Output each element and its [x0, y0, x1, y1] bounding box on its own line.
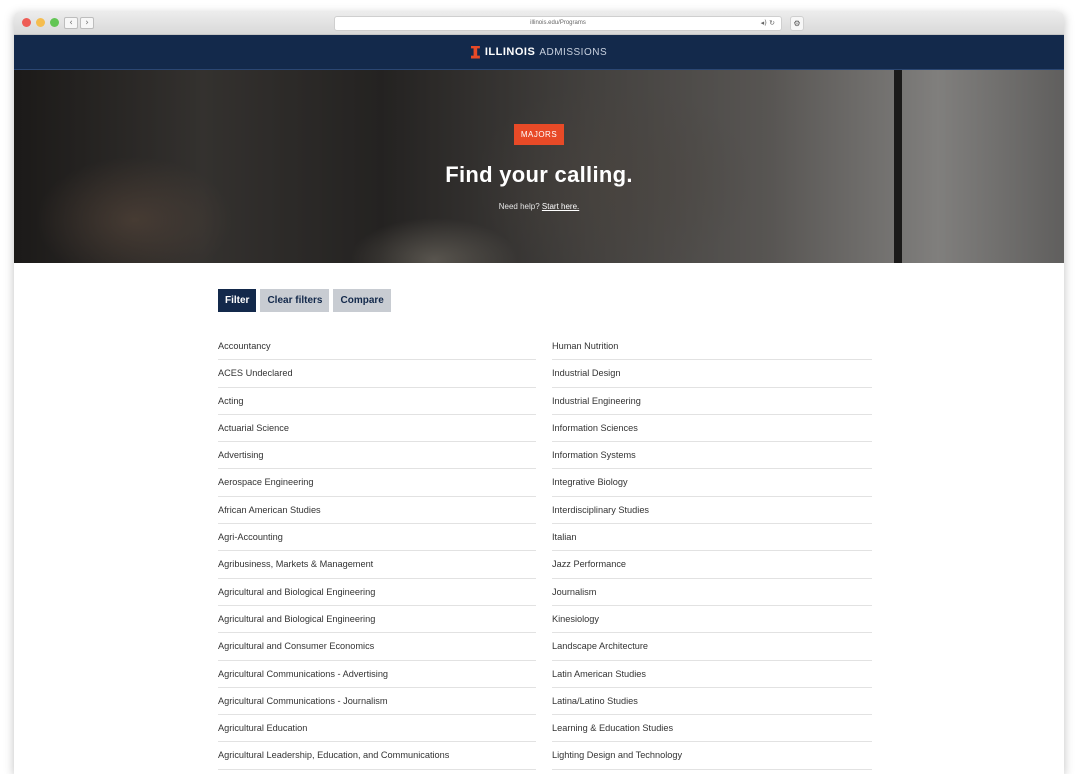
- program-list-item[interactable]: ACES Undeclared: [218, 360, 536, 388]
- filter-toolbar: Filter Clear filters Compare: [218, 289, 1064, 312]
- program-list-item[interactable]: Human Nutrition: [552, 333, 872, 361]
- program-list-item[interactable]: Jazz Performance: [552, 551, 872, 579]
- logo-admissions[interactable]: ADMISSIONS: [539, 47, 607, 58]
- browser-toolbar: ‹ › illinois.edu/Programs ◂) ↻ ⚙: [14, 12, 1064, 35]
- program-list-item[interactable]: Agricultural Education: [218, 715, 536, 743]
- maximize-window-button[interactable]: [50, 18, 59, 27]
- programs-section: Filter Clear filters Compare Accountancy…: [14, 263, 1064, 770]
- logo-illinois[interactable]: ILLINOIS: [485, 46, 535, 58]
- settings-icon[interactable]: ⚙: [790, 16, 804, 31]
- help-text: Need help? Start here.: [14, 202, 1064, 211]
- window-controls: [22, 18, 59, 27]
- close-window-button[interactable]: [22, 18, 31, 27]
- program-list-item[interactable]: Aerospace Engineering: [218, 469, 536, 497]
- block-i-logo-icon: [470, 45, 480, 59]
- site-header: ILLINOIS ADMISSIONS: [14, 35, 1064, 70]
- program-list-item[interactable]: Interdisciplinary Studies: [552, 497, 872, 525]
- program-list-item[interactable]: Lighting Design and Technology: [552, 742, 872, 770]
- program-list-item[interactable]: Integrative Biology: [552, 469, 872, 497]
- program-list-item[interactable]: Agricultural Leadership, Education, and …: [218, 742, 536, 770]
- help-prompt: Need help?: [498, 202, 540, 211]
- filter-button[interactable]: Filter: [218, 289, 257, 312]
- start-here-link[interactable]: Start here.: [542, 202, 579, 211]
- program-list-item[interactable]: Journalism: [552, 579, 872, 606]
- programs-column-right: Human Nutrition Industrial Design Industri…: [552, 333, 886, 770]
- program-list-item[interactable]: Industrial Design: [552, 360, 872, 388]
- hero-content: MAJORS Find your calling. Need help? Sta…: [14, 70, 1064, 263]
- program-list-item[interactable]: Landscape Architecture: [552, 633, 872, 661]
- program-list-item[interactable]: Industrial Engineering: [552, 388, 872, 415]
- program-list-item[interactable]: African American Studies: [218, 497, 536, 525]
- url-text: illinois.edu/Programs: [530, 20, 586, 26]
- minimize-window-button[interactable]: [36, 18, 45, 27]
- program-list-item[interactable]: Information Sciences: [552, 415, 872, 443]
- forward-icon[interactable]: ›: [80, 17, 94, 29]
- program-list-item[interactable]: Agricultural Communications - Journalism: [218, 688, 536, 716]
- program-list-right: Human Nutrition Industrial Design Industri…: [552, 333, 886, 770]
- program-list-item[interactable]: Agricultural and Biological Engineering: [218, 606, 536, 634]
- compare-button[interactable]: Compare: [333, 289, 391, 312]
- clear-filters-button[interactable]: Clear filters: [260, 289, 330, 312]
- hero-banner: MAJORS Find your calling. Need help? Sta…: [14, 70, 1064, 263]
- address-bar[interactable]: illinois.edu/Programs ◂) ↻: [334, 16, 782, 31]
- program-list-item[interactable]: Actuarial Science: [218, 415, 536, 443]
- program-list-item[interactable]: Italian: [552, 524, 872, 552]
- program-list-item[interactable]: Latin American Studies: [552, 661, 872, 688]
- program-list-item[interactable]: Information Systems: [552, 442, 872, 470]
- programs-list: Accountancy ACES Undeclared Acting Actuaria…: [218, 333, 1064, 770]
- program-list-left: Accountancy ACES Undeclared Acting Actuaria…: [218, 333, 552, 770]
- program-list-item[interactable]: Kinesiology: [552, 606, 872, 634]
- program-list-item[interactable]: Latina/Latino Studies: [552, 688, 872, 716]
- programs-column-left: Accountancy ACES Undeclared Acting Actuaria…: [218, 333, 552, 770]
- program-list-item[interactable]: Accountancy: [218, 333, 536, 361]
- program-list-item[interactable]: Agricultural and Biological Engineering: [218, 579, 536, 606]
- program-list-item[interactable]: Agricultural and Consumer Economics: [218, 633, 536, 661]
- program-list-item[interactable]: Agribusiness, Markets & Management: [218, 551, 536, 579]
- majors-badge: MAJORS: [513, 124, 565, 145]
- program-list-item[interactable]: Agri-Accounting: [218, 524, 536, 552]
- browser-window: ‹ › illinois.edu/Programs ◂) ↻ ⚙ ILLINOI…: [14, 12, 1064, 774]
- program-list-item[interactable]: Agricultural Communications - Advertisin…: [218, 661, 536, 688]
- program-list-item[interactable]: Learning & Education Studies: [552, 715, 872, 743]
- reload-icon[interactable]: ◂) ↻: [761, 17, 775, 30]
- page-title: Find your calling.: [445, 162, 633, 187]
- program-list-item[interactable]: Acting: [218, 388, 536, 415]
- back-icon[interactable]: ‹: [64, 17, 78, 29]
- program-list-item[interactable]: Advertising: [218, 442, 536, 470]
